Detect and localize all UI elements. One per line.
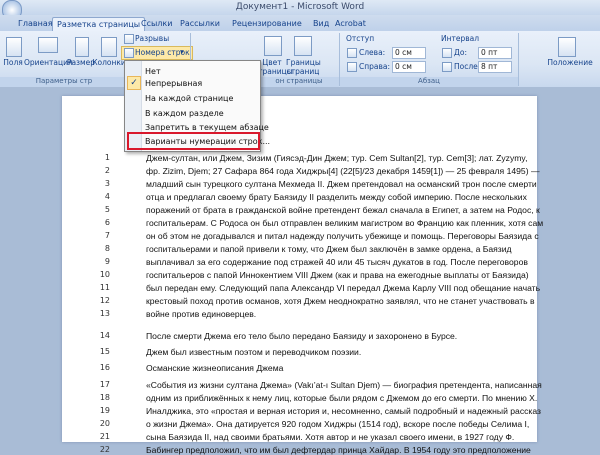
spacing-after-label: После: (454, 62, 481, 71)
position-icon (558, 37, 576, 57)
indent-heading: Отступ (346, 34, 375, 43)
document-line: выплачивал за его содержание под стражей… (146, 257, 528, 267)
margins-icon (6, 37, 22, 57)
line-number: 3 (104, 179, 110, 188)
menu-item-none[interactable]: Нет (145, 67, 161, 76)
indent-left-icon (347, 48, 357, 58)
spacing-before-icon (442, 48, 452, 58)
spacing-before-label: До: (454, 48, 467, 57)
orientation-button[interactable]: Ориентация (24, 58, 73, 67)
line-number: 17 (99, 380, 110, 389)
line-number: 4 (104, 192, 110, 201)
window-title: Документ1 - Microsoft Word (235, 2, 365, 12)
title-bar: Документ1 - Microsoft Word (0, 0, 600, 20)
line-number: 18 (99, 393, 110, 402)
tab-references[interactable]: Ссылки (137, 17, 176, 30)
columns-icon (101, 37, 117, 57)
document-line: о жизни Джема». Она датируется 920 годом… (146, 419, 530, 429)
group-paragraph-label: Абзац (340, 77, 518, 87)
menu-item-continuous[interactable]: Непрерывная (145, 79, 202, 88)
document-line: госпитальеров с папой Иннокентием VIII Д… (146, 270, 529, 280)
line-number: 1 (104, 153, 110, 162)
indent-left-field[interactable]: 0 см (392, 47, 426, 59)
highlight-frame (127, 132, 260, 150)
margins-button[interactable]: Поля (0, 58, 26, 67)
menu-item-suppress-current-paragraph[interactable]: Запретить в текущем абзаце (145, 123, 269, 132)
line-number: 8 (104, 244, 110, 253)
page-borders-icon (294, 36, 312, 56)
document-line: он об этом не догадывался и питал надежд… (146, 231, 539, 241)
document-line: крестовый поход против османов, хотя Дже… (146, 296, 535, 306)
page-borders-button[interactable]: Границы (286, 58, 321, 67)
line-number: 6 (104, 218, 110, 227)
tab-mailings[interactable]: Рассылки (176, 17, 224, 30)
line-number: 20 (99, 419, 110, 428)
position-button[interactable]: Положение (540, 58, 600, 67)
spacing-after-field[interactable]: 8 пт (478, 61, 512, 73)
indent-right-icon (347, 62, 357, 72)
tab-page-layout[interactable]: Разметка страницы (52, 17, 146, 31)
tab-view[interactable]: Вид (309, 17, 333, 30)
line-number: 2 (104, 166, 110, 175)
line-number: 14 (99, 331, 110, 340)
document-line: Иналджика, это «простая и верная история… (146, 406, 542, 416)
ribbon-tabs: Главная Разметка страницы Ссылки Рассылк… (0, 15, 600, 31)
line-number: 16 (99, 363, 110, 372)
document-line: отца и предлагал своему брату Баязиду II… (146, 192, 527, 202)
tab-home[interactable]: Главная (14, 17, 57, 30)
line-number: 10 (99, 270, 110, 279)
document-line: Джем-султан, или Джем, Зизим (Гиясэд-Дин… (146, 153, 528, 163)
line-numbers-icon (124, 48, 134, 58)
breaks-button[interactable]: Разрывы (135, 34, 169, 43)
group-page-setup-label: Параметры стр (0, 77, 128, 87)
document-line: После смерти Джема его тело было передан… (146, 331, 458, 341)
page-borders-label2: страниц (286, 67, 320, 76)
breaks-icon (124, 34, 134, 44)
tab-acrobat[interactable]: Acrobat (331, 17, 370, 30)
spacing-heading: Интервал (441, 34, 480, 43)
tab-review[interactable]: Рецензирование (228, 17, 306, 30)
line-number: 7 (104, 231, 110, 240)
document-line: младший сын турецкого султана Мехмеда II… (146, 179, 537, 189)
line-number: 13 (99, 309, 110, 318)
chevron-down-icon: ▾ (180, 47, 184, 56)
menu-item-restart-each-section[interactable]: В каждом разделе (145, 109, 224, 118)
document-line: был передан ему. Следующий папа Александ… (146, 283, 541, 293)
size-icon (75, 37, 89, 57)
menu-item-restart-each-page[interactable]: На каждой странице (145, 94, 233, 103)
line-number: 5 (104, 205, 110, 214)
line-number: 22 (99, 445, 110, 454)
document-line: войне против единоверцев. (146, 309, 257, 319)
indent-right-label: Справа: (359, 62, 391, 71)
document-line: сына Баязида II, над своими братьями. Хо… (146, 432, 515, 442)
document-line: Османские жизнеописания Джема (146, 363, 284, 373)
document-line: Бабингер предположил, что им был дефтерд… (146, 445, 531, 455)
page-color-icon (264, 36, 282, 56)
document-line: госпитальерам. С Родоса он был отправлен… (146, 218, 544, 228)
document-line: поражений от брата в гражданской войне п… (146, 205, 540, 215)
spacing-before-field[interactable]: 0 пт (478, 47, 512, 59)
divider (518, 33, 519, 86)
line-number: 15 (99, 347, 110, 356)
document-line: госпитальерами и папой привели к тому, ч… (146, 244, 512, 254)
document-line: «События из жизни султана Джема» (Vakı’a… (146, 380, 542, 390)
ribbon: Поля Ориентация Размер Колонки Разрывы Н… (0, 31, 600, 88)
group-page-background-label: он страницы (259, 77, 339, 87)
line-number: 11 (99, 283, 110, 292)
line-number: 19 (99, 406, 110, 415)
checkmark-icon: ✓ (127, 76, 141, 90)
line-number: 21 (99, 432, 110, 441)
document-line: одним из приближённых к нему лиц, которы… (146, 393, 538, 403)
page-color-button[interactable]: Цвет (258, 58, 286, 67)
line-number: 12 (99, 296, 110, 305)
spacing-after-icon (442, 62, 452, 72)
document-line: Джем был известным поэтом и переводчиком… (146, 347, 362, 357)
line-number: 9 (104, 257, 110, 266)
document-line: фр. Zizim, Djem; 27 Сафара 864 года Хидж… (146, 166, 540, 176)
indent-right-field[interactable]: 0 см (392, 61, 426, 73)
indent-left-label: Слева: (359, 48, 386, 57)
orientation-icon (38, 37, 58, 53)
